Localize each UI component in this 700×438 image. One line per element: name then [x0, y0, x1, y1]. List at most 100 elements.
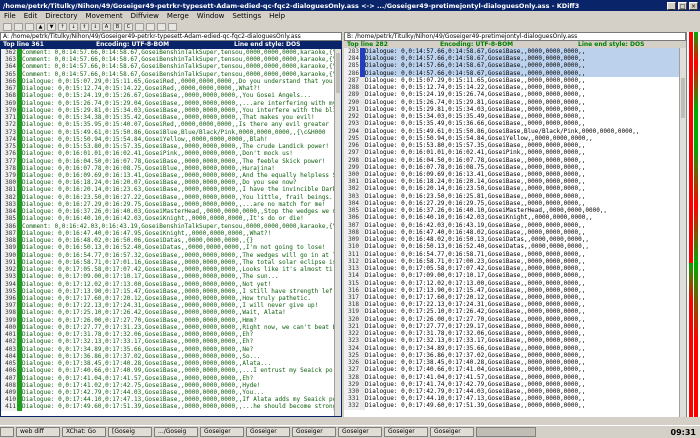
- diff-line[interactable]: 376 Dialogue: 0,0:16:01.01,0:16:02.41,Gos…: [1, 150, 341, 158]
- diff-line[interactable]: 298 Dialogue: 0,0:16:04.50,0:16:07.78,Gos…: [344, 156, 686, 164]
- go-bottom-icon[interactable]: ▼: [47, 22, 56, 31]
- diff-line[interactable]: 411 Dialogue: 0,0:17:49.60,0:17:51.39,Gos…: [1, 403, 341, 411]
- next-delta-icon[interactable]: ↓: [69, 22, 78, 31]
- taskbar-item[interactable]: Goseiger: [292, 427, 336, 437]
- diff-line[interactable]: 391 Dialogue: 0,0:16:58.71,0:17:01.16,Gos…: [1, 258, 341, 267]
- maximize-button[interactable]: □: [678, 1, 687, 10]
- diff-line[interactable]: 297 Dialogue: 0,0:16:01.01,0:16:02.41,Gos…: [344, 149, 686, 157]
- taskbar-item[interactable]: Goseiger: [430, 427, 474, 437]
- diff-line[interactable]: 318 Dialogue: 0,0:17:22.13,0:17:24.31,Gos…: [344, 301, 686, 309]
- diff-line[interactable]: 410 Dialogue: 0,0:17:44.10,0:17:47.13,Gos…: [1, 396, 341, 404]
- diff-line[interactable]: 309 Dialogue: 0,0:16:48.02,0:16:50.13,Gos…: [344, 236, 686, 244]
- diff-line[interactable]: 380 Dialogue: 0,0:16:18.24,0:16:20.07,Gos…: [1, 179, 341, 187]
- pane-a-path-field[interactable]: A: /home/petrk/Titulky/Nihon/49/Goseiger…: [0, 32, 342, 41]
- choose-a-icon[interactable]: A: [102, 22, 111, 31]
- menu-window[interactable]: Window: [193, 12, 229, 20]
- diff-line[interactable]: 404 Dialogue: 0,0:17:36.86,0:17:37.02,Gos…: [1, 352, 341, 361]
- close-button[interactable]: ×: [689, 1, 698, 10]
- diff-line[interactable]: 395 Dialogue: 0,0:17:13.90,0:17:15.47,Gos…: [1, 287, 341, 295]
- diff-line[interactable]: 394 Dialogue: 0,0:17:12.02,0:17:13.00,Gos…: [1, 280, 341, 288]
- show-whitespace-icon[interactable]: [146, 22, 155, 31]
- diff-line[interactable]: 299 Dialogue: 0,0:16:07.78,0:16:08.75,Gos…: [344, 163, 686, 171]
- taskbar-item[interactable]: .../Goseig: [154, 427, 198, 437]
- diff-line[interactable]: 310 Dialogue: 0,0:16:50.13,0:16:52.40,Gos…: [344, 243, 686, 251]
- menu-settings[interactable]: Settings: [228, 12, 265, 20]
- diff-line[interactable]: 288 Dialogue: 0,0:15:12.74,0:15:14.22,Gos…: [344, 84, 686, 92]
- menu-movement[interactable]: Movement: [82, 12, 127, 20]
- diff-line[interactable]: 322 Dialogue: 0,0:17:31.78,0:17:32.06,Gos…: [344, 330, 686, 338]
- diff-line[interactable]: 307 Dialogue: 0,0:16:42.03,0:16:43.19,Gos…: [344, 221, 686, 229]
- pane-a-scrollbar[interactable]: [334, 49, 341, 416]
- diff-line[interactable]: 362 Comment: 0,0:14:57.66,0:14:58.67,Gose…: [1, 49, 341, 57]
- diff-line[interactable]: 323 Dialogue: 0,0:17:32.13,0:17:33.17,Gos…: [344, 337, 686, 345]
- pane-b-text-area[interactable]: 283 Dialogue: 0,0:14:57.66,0:14:58.67,Gos…: [344, 48, 686, 417]
- diff-line[interactable]: 374 Dialogue: 0,0:15:50.94,0:15:54.84,Gos…: [1, 135, 341, 144]
- prev-delta-icon[interactable]: ↑: [58, 22, 67, 31]
- diff-line[interactable]: 371 Dialogue: 0,0:15:34.38,0:15:35.42,Gos…: [1, 114, 341, 122]
- choose-b-icon[interactable]: B: [113, 22, 122, 31]
- diff-line[interactable]: 367 Dialogue: 0,0:15:12.74,0:15:14.22,Gos…: [1, 85, 341, 93]
- diff-line[interactable]: 317 Dialogue: 0,0:17:17.60,0:17:20.12,Gos…: [344, 293, 686, 302]
- diff-line[interactable]: 399 Dialogue: 0,0:17:26.00,0:17:27.70,Gos…: [1, 316, 341, 324]
- diff-line[interactable]: 386 Comment: 0,0:16:42.03,0:16:43.19,Gose…: [1, 222, 341, 230]
- pane-b-scrollbar[interactable]: [679, 48, 686, 417]
- diff-line[interactable]: 379 Dialogue: 0,0:16:09.69,0:16:13.41,Gos…: [1, 171, 341, 180]
- diff-line[interactable]: 284 Dialogue: 0,0:14:57.66,0:14:58.67,Gos…: [344, 55, 686, 63]
- diff-line[interactable]: 285 Dialogue: 0,0:14:57.66,0:14:58.67,Gos…: [344, 62, 686, 70]
- diff-line[interactable]: 320 Dialogue: 0,0:17:26.00,0:17:27.70,Gos…: [344, 315, 686, 323]
- diff-line[interactable]: 363 Comment: 0,0:14:57.66,0:14:58.67,Gose…: [1, 56, 341, 64]
- diff-line[interactable]: 311 Dialogue: 0,0:16:54.77,0:16:58.71,Gos…: [344, 250, 686, 258]
- menu-merge[interactable]: Merge: [163, 12, 193, 20]
- taskbar-item[interactable]: web diff: [16, 427, 60, 437]
- menu-directory[interactable]: Directory: [41, 12, 81, 20]
- diff-line[interactable]: 296 Dialogue: 0,0:15:53.80,0:15:57.35,Gos…: [344, 142, 686, 150]
- diff-line[interactable]: 306 Dialogue: 0,0:16:40.10,0:16:42.03,Gos…: [344, 214, 686, 222]
- diff-line[interactable]: 315 Dialogue: 0,0:17:12.02,0:17:13.00,Gos…: [344, 279, 686, 287]
- diff-line[interactable]: 365 Comment: 0,0:14:57.66,0:14:58.67,Gose…: [1, 70, 341, 78]
- pane-b-path-field[interactable]: B: /home/petrk/Titulky/Nihon/49/Goseiger…: [344, 32, 686, 41]
- next-conflict-icon[interactable]: ⇓: [91, 22, 100, 31]
- diff-line[interactable]: 305 Dialogue: 0,0:16:37.26,0:16:40.10,Gos…: [344, 207, 686, 215]
- diff-line[interactable]: 378 Dialogue: 0,0:16:07.78,0:16:08.75,Gos…: [1, 164, 341, 172]
- taskbar-item[interactable]: Goseiger: [200, 427, 244, 437]
- save-icon[interactable]: [25, 22, 34, 31]
- diff-line[interactable]: 300 Dialogue: 0,0:16:09.69,0:16:13.41,Gos…: [344, 170, 686, 179]
- diff-line[interactable]: 393 Dialogue: 0,0:17:09.00,0:17:10.17,Gos…: [1, 273, 341, 281]
- menu-file[interactable]: File: [0, 12, 20, 20]
- open-icon[interactable]: [14, 22, 23, 31]
- diff-line[interactable]: 295 Dialogue: 0,0:15:50.94,0:15:54.84,Gos…: [344, 134, 686, 143]
- diff-line[interactable]: 326 Dialogue: 0,0:17:38.45,0:17:40.28,Gos…: [344, 359, 686, 367]
- diff-line[interactable]: 331 Dialogue: 0,0:17:44.10,0:17:47.13,Gos…: [344, 395, 686, 403]
- pane-a-text-area[interactable]: 362 Comment: 0,0:14:57.66,0:14:58.67,Gose…: [0, 48, 342, 417]
- diff-line[interactable]: 313 Dialogue: 0,0:17:05.58,0:17:07.42,Gos…: [344, 265, 686, 273]
- diff-line[interactable]: 324 Dialogue: 0,0:17:34.89,0:17:35.66,Gos…: [344, 344, 686, 352]
- taskbar-item[interactable]: Goseiger: [246, 427, 290, 437]
- diff-line[interactable]: 291 Dialogue: 0,0:15:29.81,0:15:34.03,Gos…: [344, 105, 686, 114]
- diff-line[interactable]: 401 Dialogue: 0,0:17:31.78,0:17:32.06,Gos…: [1, 331, 341, 339]
- diff-line[interactable]: 408 Dialogue: 0,0:17:41.02,0:17:42.75,Gos…: [1, 381, 341, 390]
- diff-line[interactable]: 409 Dialogue: 0,0:17:42.79,0:17:44.03,Gos…: [1, 389, 341, 397]
- diff-line[interactable]: 366 Dialogue: 0,0:15:07.29,0:15:11.65,Gos…: [1, 77, 341, 86]
- diff-line[interactable]: 301 Dialogue: 0,0:16:18.24,0:16:20.14,Gos…: [344, 178, 686, 186]
- diff-line[interactable]: 392 Dialogue: 0,0:17:05.58,0:17:07.42,Gos…: [1, 266, 341, 274]
- diff-line[interactable]: 375 Dialogue: 0,0:15:53.80,0:15:57.35,Gos…: [1, 143, 341, 151]
- diff-line[interactable]: 407 Dialogue: 0,0:17:41.04,0:17:41.57,Gos…: [1, 374, 341, 382]
- diff-line[interactable]: 329 Dialogue: 0,0:17:41.74,0:17:42.79,Gos…: [344, 380, 686, 389]
- diff-line[interactable]: 319 Dialogue: 0,0:17:25.10,0:17:26.42,Gos…: [344, 308, 686, 316]
- diff-line[interactable]: 289 Dialogue: 0,0:15:24.19,0:15:26.74,Gos…: [344, 91, 686, 99]
- diff-line[interactable]: 381 Dialogue: 0,0:16:20.14,0:16:23.63,Gos…: [1, 186, 341, 194]
- diff-line[interactable]: 377 Dialogue: 0,0:16:04.50,0:16:07.78,Gos…: [1, 157, 341, 165]
- taskbar-item[interactable]: Goseiger: [384, 427, 428, 437]
- taskbar-item[interactable]: [476, 427, 536, 437]
- choose-c-icon[interactable]: C: [124, 22, 133, 31]
- diff-line[interactable]: 328 Dialogue: 0,0:17:41.04,0:17:41.57,Gos…: [344, 373, 686, 381]
- diff-line[interactable]: 372 Dialogue: 0,0:15:35.95,0:15:40.07,Gos…: [1, 121, 341, 129]
- diff-line[interactable]: 402 Dialogue: 0,0:17:32.13,0:17:33.17,Gos…: [1, 338, 341, 346]
- menu-diffview[interactable]: Diffview: [127, 12, 163, 20]
- diff-line[interactable]: 373 Dialogue: 0,0:15:49.61,0:15:50.86,Gos…: [1, 128, 341, 136]
- diff-line[interactable]: 368 Dialogue: 0,0:15:24.19,0:15:26.67,Gos…: [1, 92, 341, 100]
- diff-line[interactable]: 364 Comment: 0,0:14:57.66,0:14:58.67,Gose…: [1, 63, 341, 71]
- diff-line[interactable]: 302 Dialogue: 0,0:16:20.14,0:16:23.50,Gos…: [344, 185, 686, 193]
- diff-line[interactable]: 283 Dialogue: 0,0:14:57.66,0:14:58.67,Gos…: [344, 48, 686, 56]
- diff-line[interactable]: 382 Dialogue: 0,0:16:23.50,0:16:27.22,Gos…: [1, 193, 341, 201]
